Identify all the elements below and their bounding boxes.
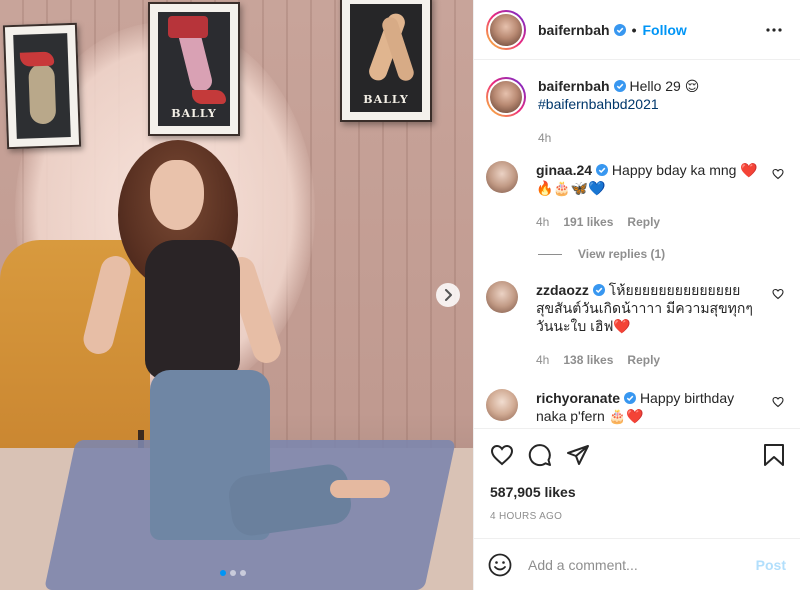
poster-brand-text: BALLY — [363, 93, 409, 106]
author-username[interactable]: baifernbah — [538, 22, 610, 38]
comment-reply-button[interactable]: Reply — [627, 213, 660, 231]
post-side-panel: baifernbah • Follow baifernbah Hello 29 … — [473, 0, 800, 590]
post-likes-count[interactable]: 587,905 likes — [490, 484, 576, 500]
comment-username[interactable]: ginaa.24 — [536, 162, 592, 178]
commenter-avatar[interactable] — [486, 389, 518, 421]
verified-badge-icon — [624, 392, 637, 404]
comment-likes[interactable]: 191 likes — [563, 213, 613, 231]
figure-foot — [330, 480, 390, 498]
carousel-dot — [220, 570, 226, 576]
comment-button[interactable] — [526, 441, 554, 469]
more-options-button[interactable] — [764, 20, 784, 40]
post-photo[interactable]: BALLY BALLY — [0, 0, 473, 590]
figure-face — [150, 160, 204, 230]
post-comment-button[interactable]: Post — [756, 557, 786, 573]
bookmark-icon — [764, 443, 784, 466]
post-header: baifernbah • Follow — [474, 0, 800, 60]
carousel-next-button[interactable] — [436, 283, 460, 307]
view-replies-label: View replies (1) — [578, 247, 666, 261]
author-avatar[interactable] — [486, 77, 526, 117]
share-icon — [567, 444, 589, 465]
author-avatar[interactable] — [486, 9, 526, 50]
carousel-dot — [240, 570, 246, 576]
verified-badge-icon — [596, 164, 609, 176]
post-caption: baifernbah Hello 29 😌 #baifernbahbd2021 … — [486, 61, 784, 147]
comment-item: zzdaozz โห้ยยยยยยยยยยยยยย สุขสันต์วันเกิ… — [486, 261, 784, 369]
comment-like-heart-icon[interactable] — [772, 168, 784, 180]
comments-list[interactable]: baifernbah Hello 29 😌 #baifernbahbd2021 … — [474, 61, 800, 428]
save-button[interactable] — [760, 441, 788, 469]
wall-poster-left — [2, 22, 82, 150]
comment-icon — [528, 443, 551, 466]
caption-text: Hello 29 😌 — [629, 78, 700, 94]
verified-badge-icon — [613, 80, 626, 92]
emoji-icon[interactable] — [488, 553, 512, 577]
more-icon — [766, 27, 782, 32]
post-timestamp[interactable]: 4 HOURS AGO — [490, 511, 562, 522]
view-replies-button[interactable]: View replies (1) — [538, 247, 784, 261]
verified-badge-icon — [592, 284, 605, 296]
comment-likes[interactable]: 138 likes — [563, 351, 613, 369]
follow-button[interactable]: Follow — [642, 22, 686, 38]
commenter-avatar[interactable] — [486, 161, 518, 193]
comment-age[interactable]: 4h — [536, 351, 549, 369]
caption-age[interactable]: 4h — [538, 129, 551, 147]
like-button[interactable] — [488, 441, 516, 469]
comment-like-heart-icon[interactable] — [772, 396, 784, 408]
share-button[interactable] — [564, 441, 592, 469]
poster-brand-text: BALLY — [171, 107, 217, 120]
comment-username[interactable]: zzdaozz — [536, 282, 589, 298]
caption-hashtag[interactable]: #baifernbahbd2021 — [538, 96, 659, 112]
figure-bodysuit — [145, 240, 240, 380]
replies-divider — [538, 253, 562, 255]
chevron-right-icon — [445, 289, 452, 301]
comment-reply-button[interactable]: Reply — [627, 351, 660, 369]
comment-item: richyoranate Happy birthday naka p'fern … — [486, 369, 784, 425]
comment-like-heart-icon[interactable] — [772, 288, 784, 300]
add-comment-bar: Post — [474, 538, 800, 590]
header-separator: • — [631, 21, 637, 38]
heart-icon — [490, 444, 514, 465]
verified-badge-icon — [613, 23, 626, 36]
carousel-dots — [220, 570, 246, 576]
wall-poster-right: BALLY — [340, 0, 432, 122]
commenter-avatar[interactable] — [486, 281, 518, 313]
comment-username[interactable]: richyoranate — [536, 390, 620, 406]
comment-age[interactable]: 4h — [536, 213, 549, 231]
comment-input[interactable] — [528, 556, 756, 573]
comment-item: ginaa.24 Happy bday ka mng ❤️🔥🎂🦋💙 4h 191… — [486, 147, 784, 231]
wall-poster-center: BALLY — [148, 2, 240, 136]
caption-username[interactable]: baifernbah — [538, 78, 610, 94]
carousel-dot — [230, 570, 236, 576]
post-actions — [474, 428, 800, 480]
